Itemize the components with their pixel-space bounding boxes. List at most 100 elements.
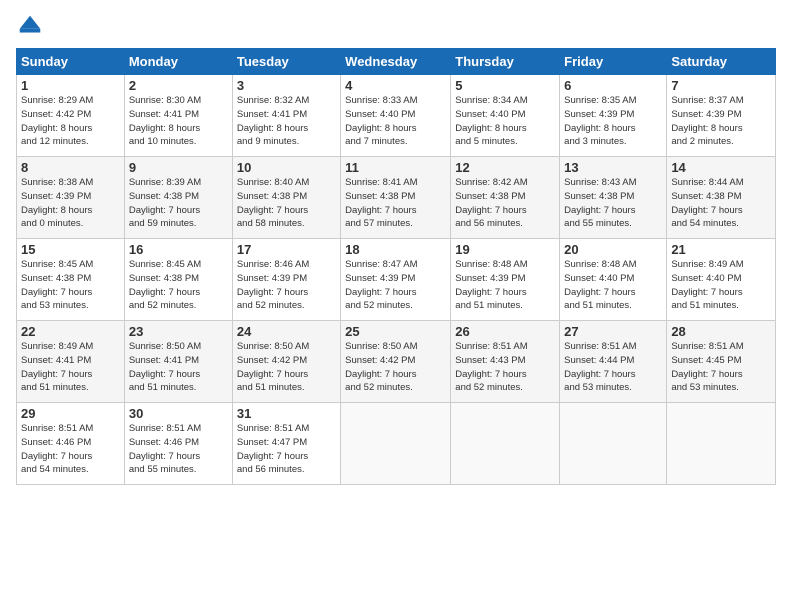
calendar-week-5: 29Sunrise: 8:51 AM Sunset: 4:46 PM Dayli… <box>17 403 776 485</box>
cell-sun-info: Sunrise: 8:50 AM Sunset: 4:42 PM Dayligh… <box>237 340 336 395</box>
calendar-cell: 14Sunrise: 8:44 AM Sunset: 4:38 PM Dayli… <box>667 157 776 239</box>
calendar-cell: 11Sunrise: 8:41 AM Sunset: 4:38 PM Dayli… <box>341 157 451 239</box>
day-number: 26 <box>455 324 555 339</box>
cell-sun-info: Sunrise: 8:51 AM Sunset: 4:44 PM Dayligh… <box>564 340 662 395</box>
day-number: 12 <box>455 160 555 175</box>
cell-sun-info: Sunrise: 8:39 AM Sunset: 4:38 PM Dayligh… <box>129 176 228 231</box>
cell-sun-info: Sunrise: 8:38 AM Sunset: 4:39 PM Dayligh… <box>21 176 120 231</box>
calendar-cell: 17Sunrise: 8:46 AM Sunset: 4:39 PM Dayli… <box>232 239 340 321</box>
calendar-cell <box>667 403 776 485</box>
calendar-cell: 27Sunrise: 8:51 AM Sunset: 4:44 PM Dayli… <box>560 321 667 403</box>
day-number: 24 <box>237 324 336 339</box>
day-number: 15 <box>21 242 120 257</box>
calendar-cell: 2Sunrise: 8:30 AM Sunset: 4:41 PM Daylig… <box>124 75 232 157</box>
cell-sun-info: Sunrise: 8:44 AM Sunset: 4:38 PM Dayligh… <box>671 176 771 231</box>
calendar-cell: 10Sunrise: 8:40 AM Sunset: 4:38 PM Dayli… <box>232 157 340 239</box>
day-number: 1 <box>21 78 120 93</box>
day-number: 14 <box>671 160 771 175</box>
day-number: 5 <box>455 78 555 93</box>
cell-sun-info: Sunrise: 8:48 AM Sunset: 4:40 PM Dayligh… <box>564 258 662 313</box>
day-number: 30 <box>129 406 228 421</box>
day-number: 2 <box>129 78 228 93</box>
cell-sun-info: Sunrise: 8:51 AM Sunset: 4:43 PM Dayligh… <box>455 340 555 395</box>
day-number: 11 <box>345 160 446 175</box>
weekday-header-sunday: Sunday <box>17 49 125 75</box>
calendar-cell: 23Sunrise: 8:50 AM Sunset: 4:41 PM Dayli… <box>124 321 232 403</box>
day-number: 21 <box>671 242 771 257</box>
cell-sun-info: Sunrise: 8:50 AM Sunset: 4:42 PM Dayligh… <box>345 340 446 395</box>
day-number: 3 <box>237 78 336 93</box>
day-number: 7 <box>671 78 771 93</box>
cell-sun-info: Sunrise: 8:51 AM Sunset: 4:46 PM Dayligh… <box>21 422 120 477</box>
day-number: 10 <box>237 160 336 175</box>
header <box>16 12 776 40</box>
calendar-cell: 3Sunrise: 8:32 AM Sunset: 4:41 PM Daylig… <box>232 75 340 157</box>
cell-sun-info: Sunrise: 8:41 AM Sunset: 4:38 PM Dayligh… <box>345 176 446 231</box>
calendar-cell: 18Sunrise: 8:47 AM Sunset: 4:39 PM Dayli… <box>341 239 451 321</box>
day-number: 23 <box>129 324 228 339</box>
weekday-header-tuesday: Tuesday <box>232 49 340 75</box>
calendar-cell <box>451 403 560 485</box>
calendar-cell: 24Sunrise: 8:50 AM Sunset: 4:42 PM Dayli… <box>232 321 340 403</box>
cell-sun-info: Sunrise: 8:29 AM Sunset: 4:42 PM Dayligh… <box>21 94 120 149</box>
day-number: 25 <box>345 324 446 339</box>
day-number: 6 <box>564 78 662 93</box>
calendar-cell <box>341 403 451 485</box>
weekday-header-saturday: Saturday <box>667 49 776 75</box>
cell-sun-info: Sunrise: 8:45 AM Sunset: 4:38 PM Dayligh… <box>21 258 120 313</box>
calendar-cell: 20Sunrise: 8:48 AM Sunset: 4:40 PM Dayli… <box>560 239 667 321</box>
weekday-header-monday: Monday <box>124 49 232 75</box>
calendar-week-4: 22Sunrise: 8:49 AM Sunset: 4:41 PM Dayli… <box>17 321 776 403</box>
cell-sun-info: Sunrise: 8:42 AM Sunset: 4:38 PM Dayligh… <box>455 176 555 231</box>
calendar-cell: 22Sunrise: 8:49 AM Sunset: 4:41 PM Dayli… <box>17 321 125 403</box>
cell-sun-info: Sunrise: 8:37 AM Sunset: 4:39 PM Dayligh… <box>671 94 771 149</box>
cell-sun-info: Sunrise: 8:40 AM Sunset: 4:38 PM Dayligh… <box>237 176 336 231</box>
cell-sun-info: Sunrise: 8:51 AM Sunset: 4:46 PM Dayligh… <box>129 422 228 477</box>
cell-sun-info: Sunrise: 8:30 AM Sunset: 4:41 PM Dayligh… <box>129 94 228 149</box>
cell-sun-info: Sunrise: 8:32 AM Sunset: 4:41 PM Dayligh… <box>237 94 336 149</box>
calendar-cell: 12Sunrise: 8:42 AM Sunset: 4:38 PM Dayli… <box>451 157 560 239</box>
cell-sun-info: Sunrise: 8:34 AM Sunset: 4:40 PM Dayligh… <box>455 94 555 149</box>
day-number: 22 <box>21 324 120 339</box>
main-container: SundayMondayTuesdayWednesdayThursdayFrid… <box>0 0 792 493</box>
calendar-cell: 26Sunrise: 8:51 AM Sunset: 4:43 PM Dayli… <box>451 321 560 403</box>
calendar-cell: 16Sunrise: 8:45 AM Sunset: 4:38 PM Dayli… <box>124 239 232 321</box>
calendar-cell: 25Sunrise: 8:50 AM Sunset: 4:42 PM Dayli… <box>341 321 451 403</box>
day-number: 16 <box>129 242 228 257</box>
calendar-week-1: 1Sunrise: 8:29 AM Sunset: 4:42 PM Daylig… <box>17 75 776 157</box>
calendar-cell: 1Sunrise: 8:29 AM Sunset: 4:42 PM Daylig… <box>17 75 125 157</box>
weekday-header-friday: Friday <box>560 49 667 75</box>
calendar-cell: 28Sunrise: 8:51 AM Sunset: 4:45 PM Dayli… <box>667 321 776 403</box>
cell-sun-info: Sunrise: 8:49 AM Sunset: 4:40 PM Dayligh… <box>671 258 771 313</box>
calendar-cell: 31Sunrise: 8:51 AM Sunset: 4:47 PM Dayli… <box>232 403 340 485</box>
weekday-header-thursday: Thursday <box>451 49 560 75</box>
day-number: 8 <box>21 160 120 175</box>
weekday-header-wednesday: Wednesday <box>341 49 451 75</box>
calendar-cell: 13Sunrise: 8:43 AM Sunset: 4:38 PM Dayli… <box>560 157 667 239</box>
calendar-cell: 6Sunrise: 8:35 AM Sunset: 4:39 PM Daylig… <box>560 75 667 157</box>
day-number: 4 <box>345 78 446 93</box>
calendar-table: SundayMondayTuesdayWednesdayThursdayFrid… <box>16 48 776 485</box>
calendar-cell: 19Sunrise: 8:48 AM Sunset: 4:39 PM Dayli… <box>451 239 560 321</box>
day-number: 31 <box>237 406 336 421</box>
cell-sun-info: Sunrise: 8:43 AM Sunset: 4:38 PM Dayligh… <box>564 176 662 231</box>
calendar-cell: 30Sunrise: 8:51 AM Sunset: 4:46 PM Dayli… <box>124 403 232 485</box>
cell-sun-info: Sunrise: 8:46 AM Sunset: 4:39 PM Dayligh… <box>237 258 336 313</box>
cell-sun-info: Sunrise: 8:51 AM Sunset: 4:47 PM Dayligh… <box>237 422 336 477</box>
cell-sun-info: Sunrise: 8:45 AM Sunset: 4:38 PM Dayligh… <box>129 258 228 313</box>
calendar-cell: 7Sunrise: 8:37 AM Sunset: 4:39 PM Daylig… <box>667 75 776 157</box>
cell-sun-info: Sunrise: 8:49 AM Sunset: 4:41 PM Dayligh… <box>21 340 120 395</box>
cell-sun-info: Sunrise: 8:48 AM Sunset: 4:39 PM Dayligh… <box>455 258 555 313</box>
calendar-cell: 15Sunrise: 8:45 AM Sunset: 4:38 PM Dayli… <box>17 239 125 321</box>
day-number: 13 <box>564 160 662 175</box>
calendar-cell: 8Sunrise: 8:38 AM Sunset: 4:39 PM Daylig… <box>17 157 125 239</box>
cell-sun-info: Sunrise: 8:47 AM Sunset: 4:39 PM Dayligh… <box>345 258 446 313</box>
calendar-cell: 9Sunrise: 8:39 AM Sunset: 4:38 PM Daylig… <box>124 157 232 239</box>
logo <box>16 12 48 40</box>
calendar-week-3: 15Sunrise: 8:45 AM Sunset: 4:38 PM Dayli… <box>17 239 776 321</box>
calendar-cell <box>560 403 667 485</box>
cell-sun-info: Sunrise: 8:35 AM Sunset: 4:39 PM Dayligh… <box>564 94 662 149</box>
day-number: 29 <box>21 406 120 421</box>
day-number: 20 <box>564 242 662 257</box>
calendar-cell: 5Sunrise: 8:34 AM Sunset: 4:40 PM Daylig… <box>451 75 560 157</box>
